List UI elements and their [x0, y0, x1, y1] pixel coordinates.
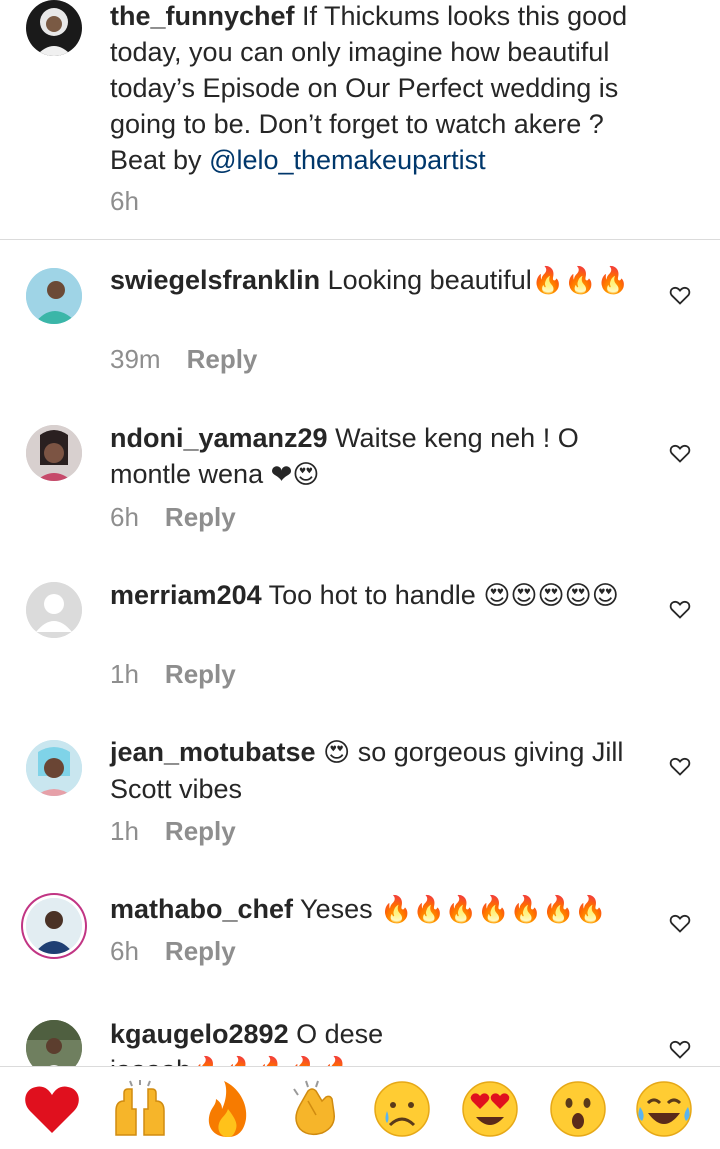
clapping-hands-reaction-icon[interactable] [286, 1079, 346, 1139]
comment-text: jean_motubatse 😍 so gorgeous giving Jill… [110, 737, 624, 804]
comment-text: ndoni_yamanz29 Waitse keng neh ! O montl… [110, 423, 579, 490]
commenter-avatar[interactable] [26, 425, 82, 481]
reply-button[interactable]: Reply [165, 502, 236, 532]
sad-face-reaction-icon[interactable] [372, 1079, 432, 1139]
comment-username[interactable]: mathabo_chef [110, 894, 293, 924]
heart-eyes-emoji: 😍 [323, 738, 351, 768]
heart-eyes-emoji: 😍😍😍😍😍 [483, 581, 619, 611]
like-heart-icon[interactable] [668, 1037, 692, 1061]
heart-eyes-reaction-icon[interactable] [460, 1079, 520, 1139]
comment-username[interactable]: swiegelsfranklin [110, 265, 320, 295]
fire-reaction-icon[interactable] [198, 1079, 258, 1139]
comment-username[interactable]: merriam204 [110, 580, 262, 610]
surprised-face-reaction-icon[interactable] [548, 1079, 608, 1139]
heart-and-heart-eyes-emoji: ❤😍 [270, 460, 320, 490]
like-heart-icon[interactable] [668, 911, 692, 935]
tears-of-joy-reaction-icon[interactable] [634, 1079, 694, 1139]
comment-username[interactable]: jean_motubatse [110, 737, 316, 767]
fire-emoji: 🔥🔥🔥 [531, 266, 629, 296]
comment-item: kgaugelo2892 O dese iaaaab🔥🔥🔥🔥🔥 [0, 1000, 720, 1066]
comment-time: 1h [110, 816, 139, 846]
comment-username[interactable]: kgaugelo2892 [110, 1019, 289, 1049]
comment-time: 39m [110, 344, 161, 374]
comment-meta: 1h Reply [110, 816, 236, 847]
fire-emoji: 🔥🔥🔥🔥🔥🔥🔥 [380, 895, 607, 925]
emoji-reaction-tray [0, 1066, 720, 1149]
raising-hands-reaction-icon[interactable] [110, 1079, 170, 1139]
like-heart-icon[interactable] [668, 754, 692, 778]
like-heart-icon[interactable] [668, 441, 692, 465]
comment-text: mathabo_chef Yeses 🔥🔥🔥🔥🔥🔥🔥 [110, 894, 607, 925]
heart-reaction-icon[interactable] [22, 1079, 82, 1139]
comment-meta: 6h Reply [110, 936, 236, 967]
comment-text: swiegelsfranklin Looking beautiful🔥🔥🔥 [110, 265, 629, 296]
mention-link[interactable]: @lelo_themakeupartist [209, 145, 486, 175]
caption-avatar[interactable] [26, 0, 82, 56]
fire-emoji: 🔥🔥🔥🔥🔥 [191, 1056, 353, 1066]
like-heart-icon[interactable] [668, 283, 692, 307]
commenter-avatar[interactable] [26, 268, 82, 324]
caption-username[interactable]: the_funnychef [110, 1, 295, 31]
reply-button[interactable]: Reply [165, 659, 236, 689]
post-caption: the_funnychef If Thickums looks this goo… [0, 0, 720, 240]
caption-time: 6h [110, 186, 139, 216]
comment-meta: 39m Reply [110, 344, 257, 375]
comment-text: kgaugelo2892 O dese iaaaab🔥🔥🔥🔥🔥 [110, 1016, 650, 1066]
comment-time: 6h [110, 936, 139, 966]
comment-meta: 6h Reply [110, 502, 236, 533]
caption-text: the_funnychef If Thickums looks this goo… [110, 1, 628, 175]
reply-button[interactable]: Reply [187, 344, 258, 374]
commenter-avatar[interactable] [26, 1020, 82, 1066]
comment-meta: 1h Reply [110, 659, 236, 690]
default-avatar-icon[interactable] [26, 582, 82, 638]
comment-username[interactable]: ndoni_yamanz29 [110, 423, 328, 453]
comment-time: 1h [110, 659, 139, 689]
comment-time: 6h [110, 502, 139, 532]
commenter-avatar-story[interactable] [26, 898, 82, 954]
commenter-avatar[interactable] [26, 740, 82, 796]
reply-button[interactable]: Reply [165, 936, 236, 966]
like-heart-icon[interactable] [668, 597, 692, 621]
comment-text: merriam204 Too hot to handle 😍😍😍😍😍 [110, 580, 619, 611]
reply-button[interactable]: Reply [165, 816, 236, 846]
